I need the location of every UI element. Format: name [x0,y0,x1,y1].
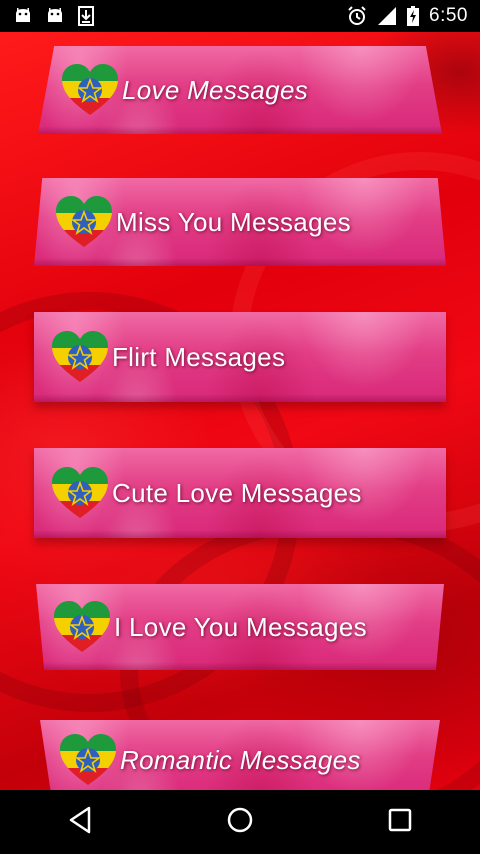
recents-icon [388,808,412,837]
menu-item-label: Cute Love Messages [112,477,362,508]
download-icon [78,6,94,26]
menu-item-love-messages[interactable]: Love Messages [38,46,442,134]
ethiopian-flag-heart-icon [54,195,114,249]
menu-item-label: Miss You Messages [116,206,351,237]
battery-charging-icon [407,6,420,26]
menu-item-miss-you-messages[interactable]: Miss You Messages [34,178,446,266]
status-time: 6:50 [429,5,468,26]
status-bar: 6:50 [0,0,480,32]
signal-icon [377,6,397,26]
android-notification-icon [14,8,32,24]
back-button[interactable] [50,792,110,852]
home-button[interactable] [210,792,270,852]
menu-item-i-love-you-messages[interactable]: I Love You Messages [36,584,444,670]
main-content[interactable]: Love Messages Miss You Messages Flirt Me… [0,32,480,790]
menu-item-label: I Love You Messages [114,611,367,642]
menu-item-romantic-messages[interactable]: Romantic Messages [40,720,440,790]
ethiopian-flag-heart-icon [58,733,118,787]
recents-button[interactable] [370,792,430,852]
navigation-bar [0,790,480,854]
menu-item-label: Flirt Messages [112,341,286,372]
ethiopian-flag-heart-icon [60,63,120,117]
menu-item-label: Love Messages [122,74,309,105]
back-icon [67,806,93,839]
ethiopian-flag-heart-icon [50,330,110,384]
ethiopian-flag-heart-icon [52,600,112,654]
menu-item-flirt-messages[interactable]: Flirt Messages [34,312,446,402]
menu-item-cute-love-messages[interactable]: Cute Love Messages [34,448,446,538]
android-notification-icon [46,8,64,24]
home-icon [226,806,254,839]
menu-item-label: Romantic Messages [120,744,361,775]
card-reflection [90,133,310,143]
alarm-icon [347,6,367,26]
ethiopian-flag-heart-icon [50,466,110,520]
